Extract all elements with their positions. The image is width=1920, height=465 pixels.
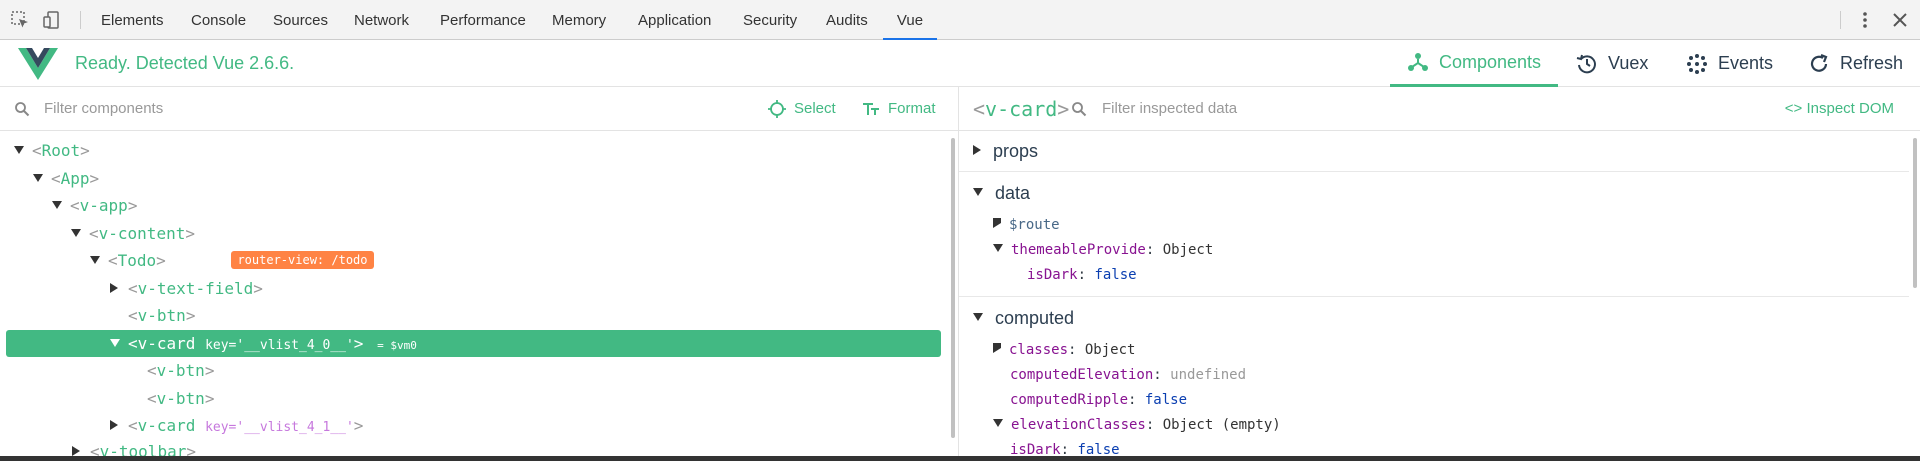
expand-arrow-icon[interactable] — [993, 419, 1003, 427]
component-key: key='__vlist_4_0__' — [205, 338, 354, 353]
tree-node-v-card-selected[interactable]: <v-card key='__vlist_4_0__'> = $vm0 — [6, 330, 941, 357]
tree-node-v-text-field[interactable]: <v-text-field> — [110, 275, 263, 302]
vue-logo-icon — [18, 48, 58, 80]
format-button[interactable]: Format — [862, 87, 936, 131]
select-label: Select — [794, 100, 836, 117]
inspector-scrollbar[interactable] — [1913, 138, 1917, 288]
tree-scrollbar[interactable] — [951, 138, 955, 438]
router-view-badge: router-view: /todo — [231, 251, 374, 269]
section-divider — [959, 171, 1909, 172]
expand-arrow-icon[interactable] — [14, 145, 24, 154]
tree-node-root[interactable]: <Root> — [14, 137, 90, 164]
tree-node-v-app[interactable]: <v-app> — [52, 192, 137, 219]
tab-console[interactable]: Console — [191, 0, 246, 40]
computed-item-classes[interactable]: classes: Object — [993, 338, 1135, 363]
computed-item-computed-ripple[interactable]: computedRipple: false — [1010, 388, 1187, 413]
window-bottom-edge — [0, 456, 1920, 461]
expand-arrow-icon[interactable] — [973, 188, 983, 197]
events-icon — [1687, 53, 1707, 74]
collapsed-arrow-icon[interactable] — [993, 343, 1001, 353]
section-divider — [959, 296, 1909, 297]
text-format-icon — [863, 103, 879, 115]
component-search-row: Filter components Select Format — [0, 87, 958, 131]
tree-node-v-btn[interactable]: <v-btn> — [147, 357, 214, 384]
tab-elements[interactable]: Elements — [101, 0, 164, 40]
tab-audits[interactable]: Audits — [826, 0, 868, 40]
section-data[interactable]: data — [973, 177, 1030, 209]
nav-events[interactable]: Events — [1686, 40, 1773, 87]
tree-node-v-btn[interactable]: <v-btn> — [128, 302, 195, 329]
code-icon: <> — [1784, 100, 1803, 117]
refresh-label: Refresh — [1840, 53, 1904, 73]
tab-performance[interactable]: Performance — [440, 0, 526, 40]
data-item-route[interactable]: $route — [993, 213, 1060, 238]
tab-application[interactable]: Application — [638, 0, 711, 40]
expand-arrow-icon[interactable] — [973, 313, 983, 322]
separator — [80, 11, 81, 29]
inspected-component-title: <v-card> — [973, 97, 1070, 121]
vue-devtools-header: Ready. Detected Vue 2.6.6. Components Vu… — [0, 40, 1920, 87]
inspector-pane: <v-card> Filter inspected data <> Inspec… — [959, 87, 1920, 461]
tree-node-v-content[interactable]: <v-content> — [71, 220, 195, 247]
component-key: key='__vlist_4_1__' — [205, 420, 354, 435]
data-item-themeable-provide[interactable]: themeableProvide: Object — [993, 238, 1213, 263]
refresh-icon — [1810, 53, 1828, 72]
tab-memory[interactable]: Memory — [552, 0, 606, 40]
expand-arrow-icon[interactable] — [33, 173, 43, 182]
collapsed-arrow-icon[interactable] — [110, 282, 118, 293]
search-icon — [15, 102, 30, 117]
nav-components[interactable]: Components — [1390, 40, 1558, 87]
close-icon[interactable] — [1890, 10, 1910, 30]
component-tree-pane: Filter components Select Format <Root> <… — [0, 87, 958, 461]
expand-arrow-icon[interactable] — [71, 228, 81, 237]
filter-inspected-data-input[interactable]: Filter inspected data — [1102, 87, 1237, 131]
tab-security[interactable]: Security — [743, 0, 797, 40]
vue-status-text: Ready. Detected Vue 2.6.6. — [75, 53, 295, 73]
collapsed-arrow-icon[interactable] — [973, 145, 981, 156]
devtools-tab-bar: Elements Console Sources Network Perform… — [0, 0, 1920, 40]
tab-vue[interactable]: Vue — [883, 0, 937, 40]
collapsed-arrow-icon[interactable] — [110, 419, 118, 430]
vm-ref: = $vm0 — [377, 339, 417, 352]
filter-components-input[interactable]: Filter components — [44, 87, 163, 131]
nav-vuex[interactable]: Vuex — [1576, 40, 1648, 87]
separator — [1840, 11, 1841, 29]
computed-item-computed-elevation[interactable]: computedElevation: undefined — [1010, 363, 1246, 388]
expand-arrow-icon[interactable] — [110, 338, 120, 347]
tab-network[interactable]: Network — [354, 0, 409, 40]
tab-sources[interactable]: Sources — [273, 0, 328, 40]
computed-item-elevation-classes[interactable]: elevationClasses: Object (empty) — [993, 413, 1281, 438]
more-options-icon[interactable] — [1855, 10, 1875, 30]
nav-vuex-label: Vuex — [1608, 53, 1649, 73]
expand-arrow-icon[interactable] — [90, 255, 100, 264]
data-item-is-dark[interactable]: isDark: false — [1027, 263, 1137, 288]
inspect-dom-button[interactable]: <> Inspect DOM — [1785, 87, 1894, 131]
inspect-element-icon[interactable] — [10, 10, 30, 30]
tree-node-v-btn[interactable]: <v-btn> — [147, 385, 214, 412]
select-button[interactable]: Select — [768, 87, 836, 131]
search-icon — [1072, 102, 1087, 117]
expand-arrow-icon[interactable] — [993, 244, 1003, 252]
components-icon — [1407, 53, 1428, 71]
section-props[interactable]: props — [973, 135, 1038, 167]
history-icon — [1576, 54, 1596, 73]
device-toolbar-icon[interactable] — [42, 10, 62, 30]
refresh-button[interactable]: Refresh — [1808, 40, 1903, 87]
collapsed-arrow-icon[interactable] — [993, 218, 1001, 228]
inspector-header: <v-card> Filter inspected data <> Inspec… — [959, 87, 1920, 131]
nav-components-label: Components — [1438, 51, 1542, 72]
section-computed[interactable]: computed — [973, 302, 1074, 334]
collapsed-arrow-icon[interactable] — [72, 445, 80, 456]
expand-arrow-icon[interactable] — [52, 200, 62, 209]
nav-events-label: Events — [1718, 53, 1774, 73]
crosshair-icon — [768, 100, 786, 118]
tree-node-app[interactable]: <App> — [33, 165, 99, 192]
format-label: Format — [888, 100, 936, 117]
tree-node-v-card[interactable]: <v-card key='__vlist_4_1__'> — [110, 412, 363, 439]
tree-node-todo[interactable]: <Todo> router-view: /todo — [90, 247, 374, 274]
